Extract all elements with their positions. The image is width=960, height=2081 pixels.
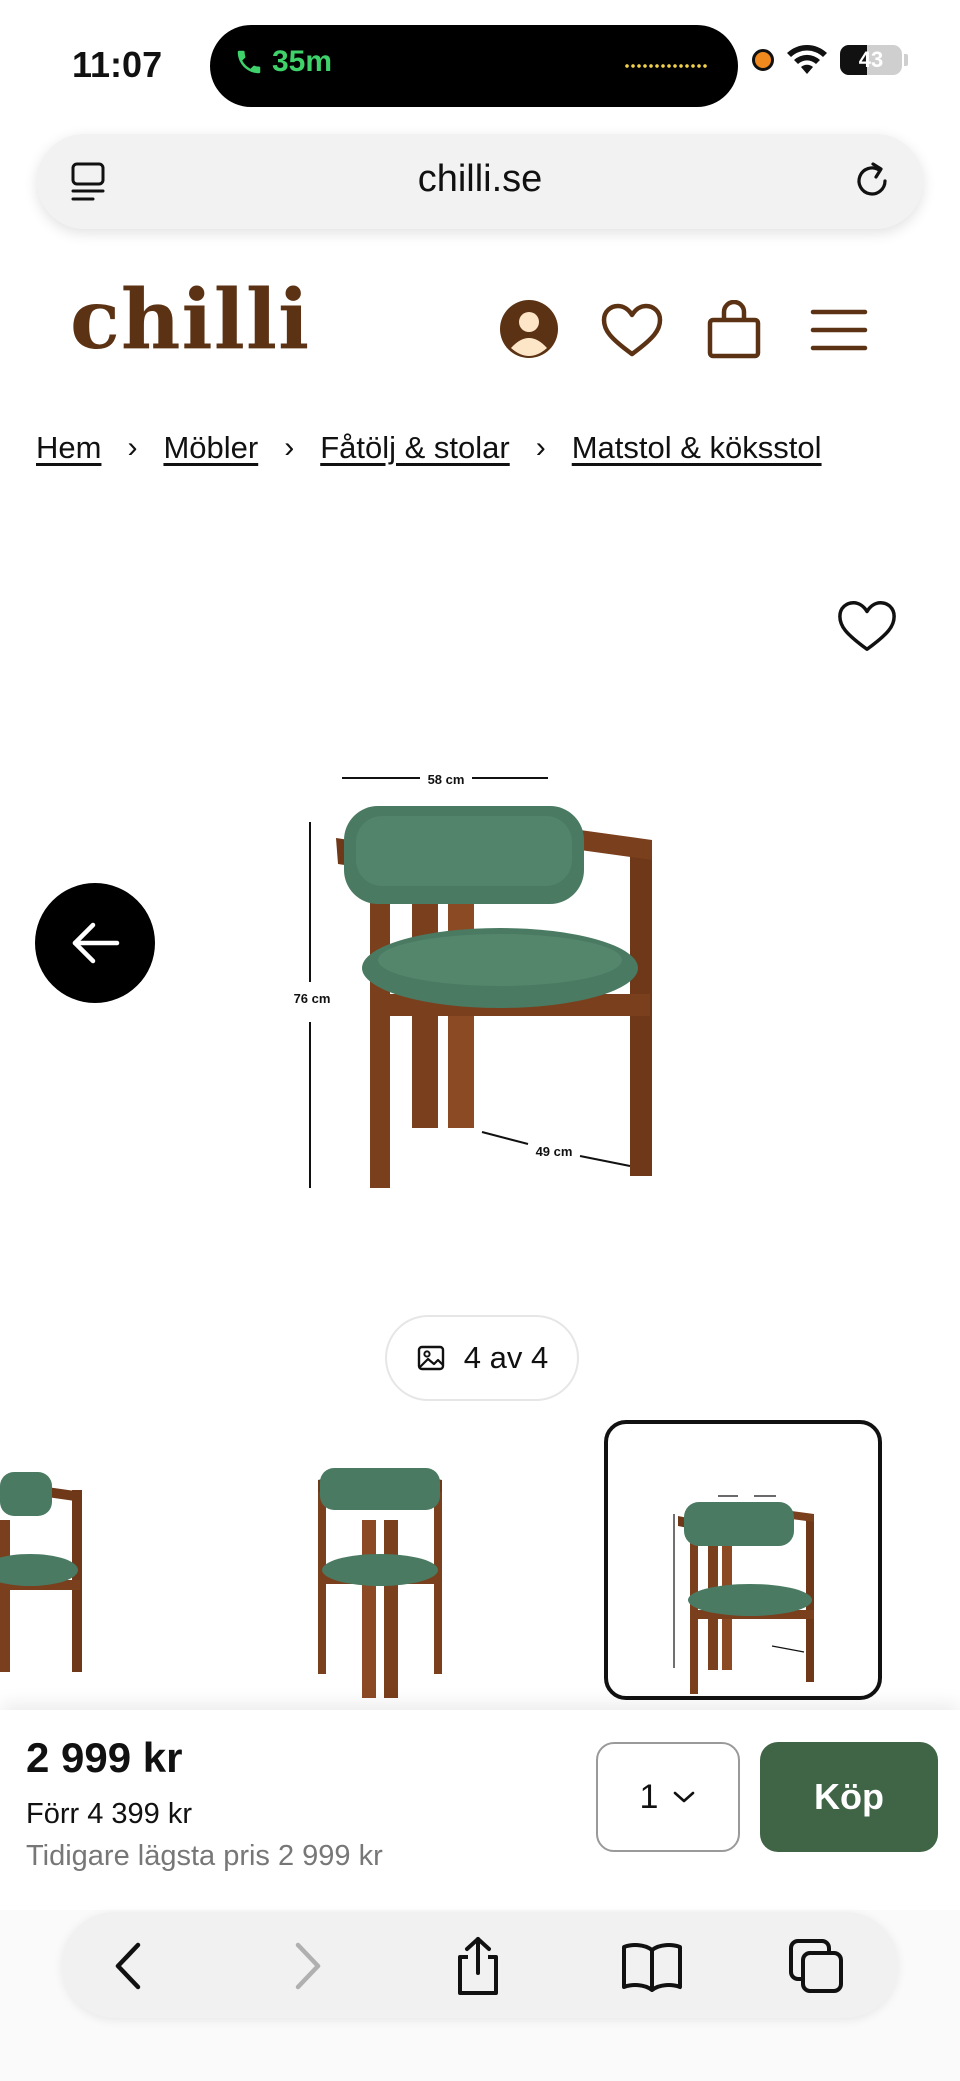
- image-counter-text: 4 av 4: [463, 1340, 549, 1375]
- share-icon: [458, 1937, 498, 1995]
- breadcrumb-separator: ›: [127, 431, 138, 464]
- chevron-down-icon: [674, 1791, 695, 1803]
- dimension-width-label: 58 cm: [428, 772, 465, 787]
- account-icon[interactable]: [498, 298, 560, 360]
- thumbnail-4-selected[interactable]: [604, 1420, 882, 1700]
- dynamic-island[interactable]: 35m: [210, 25, 738, 107]
- buy-button[interactable]: Köp: [760, 1742, 938, 1852]
- battery-icon: 43: [840, 45, 902, 75]
- url-text[interactable]: chilli.se: [37, 158, 923, 201]
- thumbnail-4-image: [673, 1495, 814, 1694]
- tabs-icon: [789, 1939, 843, 1993]
- breadcrumb-link-matstol[interactable]: Matstol & köksstol: [572, 430, 822, 466]
- dimension-depth-label: 49 cm: [536, 1144, 573, 1159]
- breadcrumb-separator: ›: [284, 431, 295, 464]
- image-counter: 4 av 4: [385, 1315, 579, 1401]
- breadcrumb: Hem › Möbler › Fåtölj & stolar › Matstol…: [36, 430, 822, 466]
- previous-image-button[interactable]: [35, 883, 155, 1003]
- thumbnail-2[interactable]: [0, 1420, 120, 1700]
- book-icon: [622, 1943, 682, 1992]
- dimension-height-label: 76 cm: [294, 991, 331, 1006]
- breadcrumb-link-fatolj-stolar[interactable]: Fåtölj & stolar: [320, 430, 510, 466]
- wifi-icon: [787, 45, 827, 74]
- back-button[interactable]: [98, 1936, 158, 1996]
- status-icons: 43: [752, 44, 908, 76]
- site-logo[interactable]: chilli: [70, 272, 310, 368]
- call-duration: 35m: [272, 45, 333, 78]
- chevron-left-icon: [115, 1942, 141, 1990]
- tabs-button[interactable]: [786, 1936, 846, 1996]
- address-bar[interactable]: chilli.se: [37, 134, 923, 229]
- purchase-bar: 2 999 kr Förr 4 399 kr Tidigare lägsta p…: [0, 1710, 960, 1910]
- quantity-value: 1: [639, 1777, 659, 1816]
- status-bar: 11:07 35m 43: [0, 0, 960, 120]
- lowest-price-note: Tidigare lägsta pris 2 999 kr: [26, 1840, 383, 1872]
- quantity-select[interactable]: 1: [596, 1742, 740, 1852]
- arrow-left-icon: [72, 922, 120, 964]
- image-gallery-icon: [417, 1345, 444, 1371]
- thumbnail-3[interactable]: [300, 1420, 460, 1700]
- add-to-favorites-heart-icon[interactable]: [836, 598, 898, 654]
- menu-icon[interactable]: [810, 306, 868, 354]
- forward-button[interactable]: [278, 1936, 338, 1996]
- site-header: chilli: [0, 272, 960, 380]
- previous-price: Förr 4 399 kr: [26, 1798, 192, 1830]
- chevron-right-icon: [295, 1942, 321, 1990]
- share-button[interactable]: [448, 1936, 508, 1996]
- current-price: 2 999 kr: [26, 1734, 183, 1781]
- call-indicator: 35m: [234, 45, 332, 79]
- battery-level: 43: [858, 47, 884, 72]
- bookmarks-button[interactable]: [618, 1936, 686, 1996]
- product-main-image[interactable]: 58 cm 76 cm 49 cm: [260, 760, 680, 1210]
- wishlist-heart-icon[interactable]: [600, 302, 664, 358]
- cart-bag-icon[interactable]: [704, 300, 764, 360]
- browser-toolbar: [62, 1912, 898, 2018]
- status-time: 11:07: [72, 44, 163, 85]
- phone-icon: [237, 50, 261, 74]
- audio-waveform: [624, 63, 708, 69]
- breadcrumb-link-mobler[interactable]: Möbler: [163, 430, 258, 466]
- mic-indicator-icon: [752, 49, 774, 71]
- thumbnail-strip: [0, 1420, 960, 1710]
- breadcrumb-separator: ›: [535, 431, 546, 464]
- reload-icon[interactable]: [849, 158, 895, 204]
- breadcrumb-link-home[interactable]: Hem: [36, 430, 101, 466]
